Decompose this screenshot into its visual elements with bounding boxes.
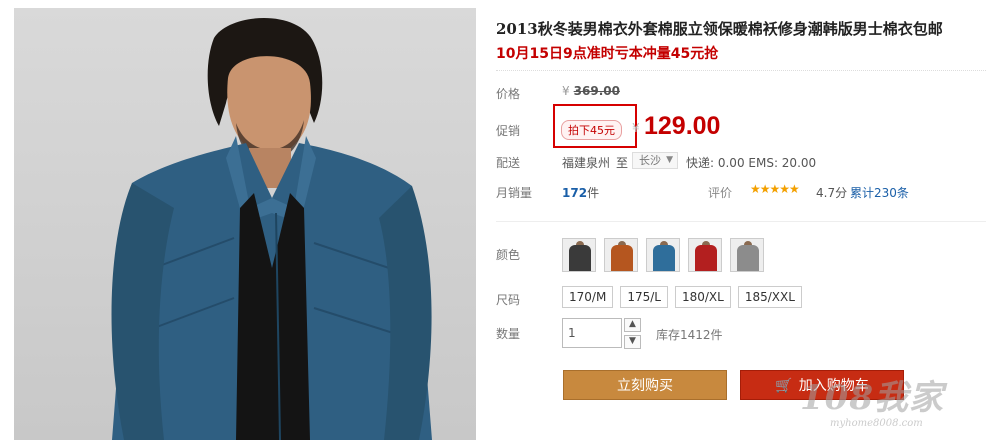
promo-badge: 拍下45元 bbox=[561, 120, 622, 140]
ship-to-label: 至 bbox=[616, 156, 629, 170]
quantity-increment-button[interactable]: ▲ bbox=[624, 318, 641, 332]
chevron-down-icon: ▼ bbox=[666, 155, 673, 165]
destination-select[interactable]: 长沙 ▼ bbox=[632, 152, 678, 169]
promotion-label: 促销 bbox=[496, 124, 521, 138]
monthly-sales-label: 月销量 bbox=[496, 186, 533, 200]
size-option[interactable]: 180/XL bbox=[674, 286, 731, 308]
price-label: 价格 bbox=[496, 87, 521, 101]
color-swatch[interactable] bbox=[646, 238, 680, 272]
sales-unit: 件 bbox=[587, 186, 600, 200]
size-options: 170/M 175/L 180/XL 185/XXL bbox=[562, 286, 802, 308]
stock-count: 库存1412件 bbox=[656, 328, 723, 342]
color-swatch[interactable] bbox=[562, 238, 596, 272]
buy-now-button[interactable]: 立刻购买 bbox=[563, 370, 727, 400]
color-swatch[interactable] bbox=[604, 238, 638, 272]
promo-headline: 10月15日9点准时亏本冲量45元抢 bbox=[496, 46, 719, 62]
size-label: 尺码 bbox=[496, 293, 521, 307]
color-label: 颜色 bbox=[496, 248, 521, 262]
rating-stars-icon: ★★★★★ bbox=[750, 182, 800, 196]
color-swatch[interactable] bbox=[730, 238, 764, 272]
divider bbox=[496, 70, 986, 71]
review-count-link[interactable]: 累计230条 bbox=[850, 184, 909, 201]
model-illustration bbox=[111, 18, 432, 440]
divider bbox=[496, 221, 986, 222]
size-option[interactable]: 185/XXL bbox=[737, 286, 802, 308]
size-option[interactable]: 170/M bbox=[562, 286, 614, 308]
color-swatches bbox=[562, 238, 764, 272]
rating-score: 4.7分 bbox=[816, 186, 848, 200]
quantity-label: 数量 bbox=[496, 327, 521, 341]
watermark-url: myhome8008.com bbox=[830, 418, 923, 429]
ship-from: 福建泉州 bbox=[562, 156, 611, 170]
cart-icon: 🛒 bbox=[775, 378, 793, 394]
sale-price: 129.00 bbox=[644, 112, 721, 140]
rating-label: 评价 bbox=[708, 186, 733, 200]
color-swatch[interactable] bbox=[688, 238, 722, 272]
currency-symbol: ¥ bbox=[562, 84, 570, 98]
original-price-value: 369.00 bbox=[573, 84, 620, 98]
original-price: ¥369.00 bbox=[562, 84, 620, 98]
product-title: 2013秋冬装男棉衣外套棉服立领保暖棉袄修身潮韩版男士棉衣包邮 bbox=[496, 20, 943, 38]
destination-value: 长沙 bbox=[639, 154, 661, 167]
size-option[interactable]: 175/L bbox=[620, 286, 668, 308]
sale-currency-symbol: ¥ bbox=[632, 121, 640, 135]
quantity-input[interactable]: 1 bbox=[562, 318, 622, 348]
product-image bbox=[14, 8, 476, 440]
watermark-text: 108我家 bbox=[800, 378, 944, 418]
quantity-decrement-button[interactable]: ▼ bbox=[624, 335, 641, 349]
sales-count: 172 bbox=[562, 186, 588, 200]
watermark-logo: 108我家 myhome8008.com bbox=[800, 370, 944, 429]
shipping-fees: 快递: 0.00 EMS: 20.00 bbox=[686, 156, 817, 170]
shipping-label: 配送 bbox=[496, 156, 521, 170]
monthly-sales: 172件 bbox=[562, 184, 599, 201]
